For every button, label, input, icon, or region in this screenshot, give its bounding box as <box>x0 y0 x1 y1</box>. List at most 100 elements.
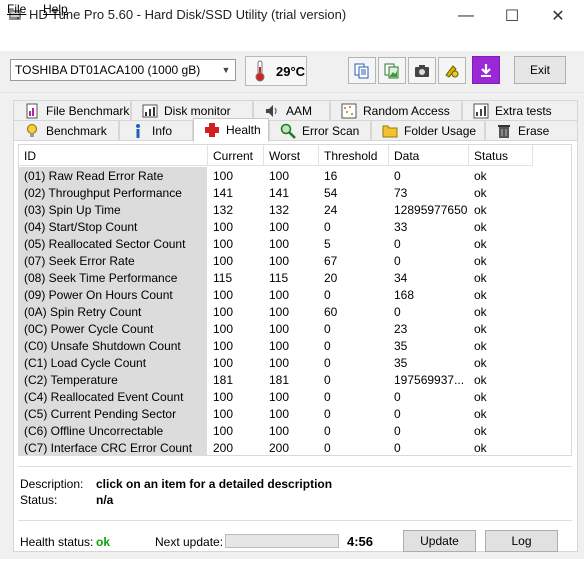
drive-select[interactable]: TOSHIBA DT01ACA100 (1000 gB) ▼ <box>10 59 236 81</box>
table-row[interactable]: (C5) Current Pending Sector 100 100 0 0 ok <box>19 405 571 422</box>
table-row[interactable]: (02) Throughput Performance 141 141 54 73 ok <box>19 184 571 201</box>
table-row[interactable]: (C1) Load Cycle Count 100 100 0 35 ok <box>19 354 571 371</box>
close-button[interactable]: ✕ <box>535 0 581 31</box>
attribute-id: (C7) Interface CRC Error Count <box>19 439 207 456</box>
tab-folder-usage[interactable]: Folder Usage <box>371 120 485 140</box>
status-value: ok <box>474 441 487 455</box>
table-row[interactable]: (08) Seek Time Performance 115 115 20 34 ok <box>19 269 571 286</box>
current-value: 132 <box>213 203 234 217</box>
camera-icon <box>415 64 429 77</box>
table-row[interactable]: (0C) Power Cycle Count 100 100 0 23 ok <box>19 320 571 337</box>
current-value: 181 <box>213 373 234 387</box>
status-value: ok <box>474 390 487 404</box>
column-header-threshold[interactable]: Threshold <box>319 145 389 166</box>
tab-erase[interactable]: Erase <box>485 120 578 140</box>
tab-label: Random Access <box>363 103 450 118</box>
tab-random-access[interactable]: Random Access <box>330 100 462 120</box>
threshold-value: 5 <box>324 237 331 251</box>
worst-value: 100 <box>269 424 290 438</box>
save-button[interactable] <box>472 56 500 84</box>
tab-disk-monitor[interactable]: Disk monitor <box>131 100 253 120</box>
worst-value: 141 <box>269 186 290 200</box>
data-value: 0 <box>394 424 401 438</box>
table-row[interactable]: (04) Start/Stop Count 100 100 0 33 ok <box>19 218 571 235</box>
current-value: 100 <box>213 322 234 336</box>
threshold-value: 16 <box>324 169 338 183</box>
extra-tests-icon <box>473 103 489 118</box>
tab-extra-tests[interactable]: Extra tests <box>462 100 578 120</box>
data-value: 0 <box>394 169 401 183</box>
status-value: ok <box>474 237 487 251</box>
tab-label: File Benchmark <box>46 103 130 118</box>
tab-file-benchmark[interactable]: File Benchmark <box>13 100 131 120</box>
table-row[interactable]: (07) Seek Error Rate 100 100 67 0 ok <box>19 252 571 269</box>
tab-benchmark[interactable]: Benchmark <box>13 120 119 140</box>
current-value: 100 <box>213 407 234 421</box>
current-value: 100 <box>213 288 234 302</box>
data-value: 33 <box>394 220 408 234</box>
current-value: 200 <box>213 441 234 455</box>
current-value: 100 <box>213 424 234 438</box>
data-value: 0 <box>394 407 401 421</box>
tab-health[interactable]: Health <box>193 118 269 142</box>
temperature-value: 29°C <box>276 64 306 79</box>
threshold-value: 0 <box>324 424 331 438</box>
attribute-id: (08) Seek Time Performance <box>19 269 207 286</box>
worst-value: 200 <box>269 441 290 455</box>
trash-icon <box>498 124 510 138</box>
table-row[interactable]: (01) Raw Read Error Rate 100 100 16 0 ok <box>19 167 571 184</box>
next-update-label: Next update: <box>155 535 224 549</box>
worst-value: 100 <box>269 288 290 302</box>
column-header-data[interactable]: Data <box>389 145 469 166</box>
attribute-id: (0C) Power Cycle Count <box>19 320 207 337</box>
update-button[interactable]: Update <box>403 530 476 552</box>
tab-info[interactable]: Info <box>119 120 193 140</box>
table-row[interactable]: (C7) Interface CRC Error Count 200 200 0 0 ok <box>19 439 571 456</box>
tab-error-scan[interactable]: Error Scan <box>269 120 371 140</box>
status-value: ok <box>474 322 487 336</box>
attribute-id: (C1) Load Cycle Count <box>19 354 207 371</box>
menu-file[interactable]: File <box>7 2 26 16</box>
table-row[interactable]: (C2) Temperature 181 181 0 197569937... ok <box>19 371 571 388</box>
tab-aam[interactable]: AAM <box>253 100 330 120</box>
options-button[interactable] <box>438 57 466 84</box>
menu-help[interactable]: Help <box>43 2 68 16</box>
minimize-button[interactable]: — <box>443 0 489 31</box>
maximize-button[interactable]: ☐ <box>489 0 535 31</box>
column-header-current[interactable]: Current <box>208 145 264 166</box>
copy-image-button[interactable] <box>378 57 406 84</box>
worst-value: 100 <box>269 220 290 234</box>
status-label: Status: <box>20 493 58 507</box>
table-row[interactable]: (C4) Reallocated Event Count 100 100 0 0 ok <box>19 388 571 405</box>
status-value: ok <box>474 339 487 353</box>
table-row[interactable]: (03) Spin Up Time 132 132 24 12895977650 ok <box>19 201 571 218</box>
table-row[interactable]: (C6) Offline Uncorrectable 100 100 0 0 ok <box>19 422 571 439</box>
table-row[interactable]: (C0) Unsafe Shutdown Count 100 100 0 35 ok <box>19 337 571 354</box>
exit-button[interactable]: Exit <box>514 56 566 84</box>
attribute-id: (0A) Spin Retry Count <box>19 303 207 320</box>
column-header-worst[interactable]: Worst <box>264 145 319 166</box>
save-icon <box>481 64 491 77</box>
tab-label: Disk monitor <box>164 103 231 118</box>
data-value: 0 <box>394 441 401 455</box>
tab-label: Extra tests <box>495 103 552 118</box>
copy-text-button[interactable] <box>348 57 376 84</box>
column-header-status[interactable]: Status <box>469 145 533 166</box>
options-icon <box>445 64 459 78</box>
data-value: 35 <box>394 339 408 353</box>
log-button[interactable]: Log <box>485 530 558 552</box>
health-cross-icon <box>205 123 219 137</box>
attribute-id: (C4) Reallocated Event Count <box>19 388 207 405</box>
countdown-timer: 4:56 <box>347 534 374 549</box>
threshold-value: 0 <box>324 373 331 387</box>
status-value: ok <box>474 356 487 370</box>
data-value: 34 <box>394 271 408 285</box>
screenshot-button[interactable] <box>408 57 436 84</box>
data-value: 0 <box>394 390 401 404</box>
column-header-id[interactable]: ID <box>19 145 208 166</box>
table-row[interactable]: (05) Reallocated Sector Count 100 100 5 0 ok <box>19 235 571 252</box>
table-row[interactable]: (0A) Spin Retry Count 100 100 60 0 ok <box>19 303 571 320</box>
threshold-value: 24 <box>324 203 338 217</box>
table-row[interactable]: (09) Power On Hours Count 100 100 0 168 ok <box>19 286 571 303</box>
magnifier-icon <box>280 123 296 139</box>
